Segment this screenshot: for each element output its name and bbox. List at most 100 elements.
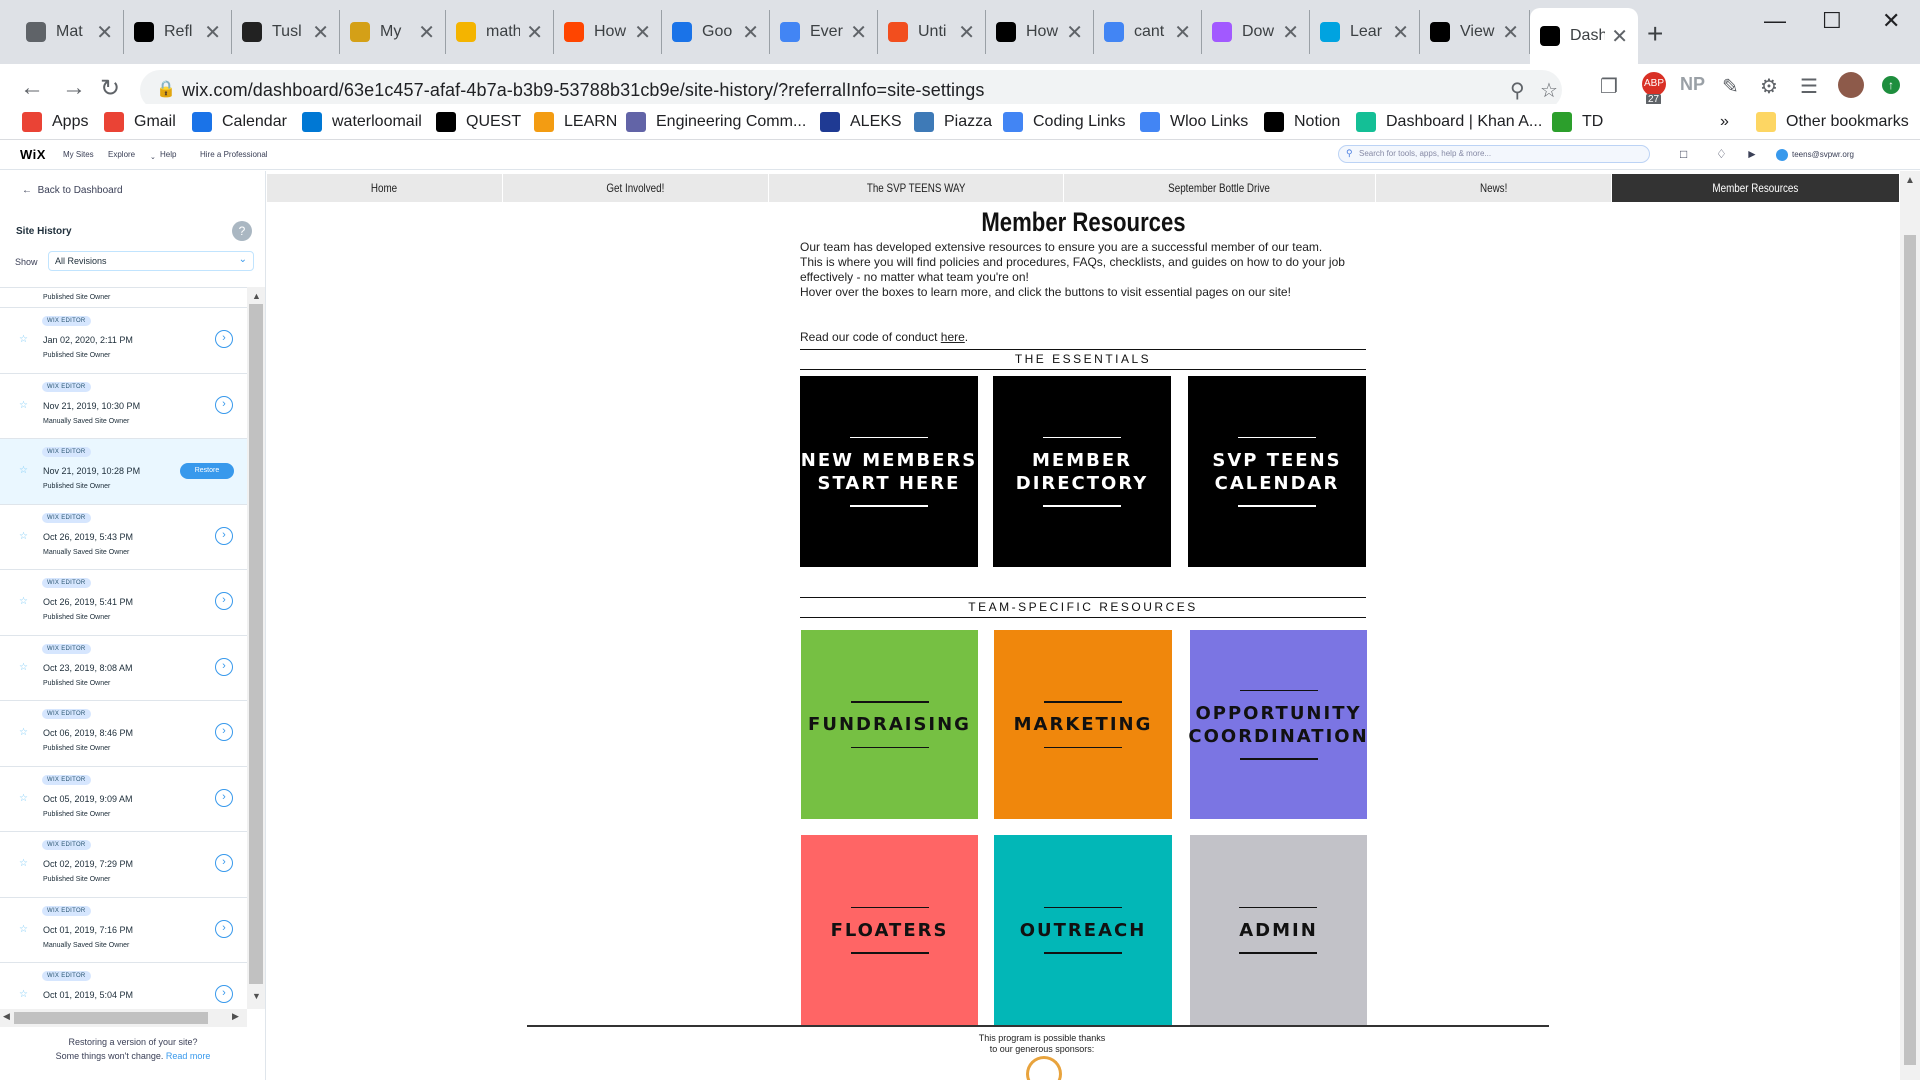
revision-item[interactable]: WIX EDITOR ☆ Jan 02, 2020, 2:11 PM Publishe… [0,308,247,374]
maximize-icon[interactable]: ☐ [1822,8,1842,34]
browser-tab[interactable]: Dow ✕ [1202,10,1310,54]
sponsor-logo[interactable] [1026,1056,1062,1080]
minimize-icon[interactable]: — [1764,8,1786,34]
team-box-marketing[interactable]: MARKETING [994,630,1172,819]
notifications-icon[interactable]: ♢ [1716,147,1727,161]
update-icon[interactable]: ↑ [1882,76,1900,94]
chevron-right-icon[interactable]: › [215,788,233,807]
adblock-extension-icon[interactable]: ABP [1642,72,1666,96]
browser-tab[interactable]: My ✕ [340,10,446,54]
site-nav-get-involved[interactable]: Get Involved! [503,174,769,202]
revision-item-partial[interactable]: Published Site Owner [0,288,247,308]
bookmark-quest[interactable]: QUEST [436,104,521,140]
tab-active[interactable]: Dash ✕ [1530,8,1638,64]
revision-item[interactable]: WIX EDITOR ☆ Nov 21, 2019, 10:28 PM Publish… [0,439,247,505]
close-tab-icon[interactable]: ✕ [1392,20,1409,45]
restore-button[interactable]: Restore [180,463,234,479]
reload-icon[interactable]: ↻ [100,74,120,103]
read-more-link[interactable]: Read more [166,1051,211,1061]
code-of-conduct-link[interactable]: here [941,330,965,344]
star-icon[interactable]: ☆ [19,662,28,673]
revision-item[interactable]: WIX EDITOR ☆ Oct 01, 2019, 7:16 PM Manually… [0,897,247,963]
np-extension-icon[interactable]: NP [1680,74,1705,95]
site-nav-news[interactable]: News! [1376,174,1612,202]
bookmark-engineering-comm[interactable]: Engineering Comm... [626,104,806,140]
bookmark-wloo-links[interactable]: Wloo Links [1140,104,1248,140]
site-nav-home[interactable]: Home [267,174,503,202]
team-box-floaters[interactable]: FLOATERS [801,835,978,1025]
star-icon[interactable]: ☆ [19,465,28,476]
wix-search-input[interactable]: ⚲ Search for tools, apps, help & more... [1338,145,1650,163]
bookmark-dashboard-khan-a[interactable]: Dashboard | Khan A... [1356,104,1542,140]
essentials-box[interactable]: SVP TEENS CALENDAR [1188,376,1366,567]
close-tab-icon[interactable]: ✕ [1066,20,1083,45]
bookmark-learn[interactable]: LEARN [534,104,617,140]
scrollbar-thumb[interactable] [249,304,263,984]
bookmark-notion[interactable]: Notion [1264,104,1340,140]
close-tab-icon[interactable]: ✕ [958,20,975,45]
close-tab-icon[interactable]: ✕ [850,20,867,45]
account-email[interactable]: teens@svpwr.org [1792,150,1854,159]
extensions-puzzle-icon[interactable]: ⚙ [1760,74,1778,99]
close-tab-icon[interactable]: ✕ [418,20,435,45]
bookmark-waterloomail[interactable]: waterloomail [302,104,422,140]
revision-item[interactable]: WIX EDITOR ☆ Oct 23, 2019, 8:08 AM Publishe… [0,635,247,701]
revision-item[interactable]: WIX EDITOR ☆ Oct 06, 2019, 8:46 PM Publishe… [0,701,247,767]
browser-tab[interactable]: Mat ✕ [16,10,124,54]
url-text[interactable]: wix.com/dashboard/63e1c457-afaf-4b7a-b3b… [182,80,984,101]
star-icon[interactable]: ☆ [19,596,28,607]
essentials-box[interactable]: MEMBER DIRECTORY [993,376,1171,567]
bookmark-coding-links[interactable]: Coding Links [1003,104,1126,140]
close-tab-icon[interactable]: ✕ [204,20,221,45]
chevron-right-icon[interactable]: › [215,854,233,872]
scroll-down-icon[interactable]: ▼ [252,991,261,1001]
help-icon[interactable]: ? [232,221,252,241]
site-nav-member-resources[interactable]: Member Resources [1612,174,1900,202]
close-tab-icon[interactable]: ✕ [312,20,329,45]
menu-my-sites[interactable]: My Sites [63,150,94,159]
close-tab-icon[interactable]: ✕ [634,20,651,45]
browser-tab[interactable]: Lear ✕ [1310,10,1420,54]
bookmark-aleks[interactable]: ALEKS [820,104,902,140]
horizontal-scrollbar[interactable]: ◀ ▶ [0,1009,247,1027]
browser-tab[interactable]: Refl ✕ [124,10,232,54]
bookmark-apps[interactable]: Apps [22,104,88,140]
revision-item[interactable]: WIX EDITOR ☆ Nov 21, 2019, 10:30 PM Manuall… [0,373,247,439]
team-box-admin[interactable]: ADMIN [1190,835,1367,1025]
forward-icon[interactable]: → [62,74,86,102]
revision-item[interactable]: WIX EDITOR ☆ Oct 01, 2019, 5:04 PM › [0,963,247,1009]
scroll-right-icon[interactable]: ▶ [232,1011,239,1022]
team-box-fundraising[interactable]: FUNDRAISING [801,630,978,819]
scroll-up-icon[interactable]: ▲ [252,291,261,301]
browser-tab[interactable]: How ✕ [986,10,1094,54]
revision-filter-select[interactable]: All Revisions ⌄ [48,251,254,271]
account-avatar[interactable] [1776,149,1788,161]
revision-item[interactable]: WIX EDITOR ☆ Oct 26, 2019, 5:43 PM Manually… [0,504,247,570]
browser-tab[interactable]: Ever ✕ [770,10,878,54]
chevron-right-icon[interactable]: › [215,395,233,414]
site-nav-the-svp-teens-way[interactable]: The SVP TEENS WAY [769,174,1064,202]
star-icon[interactable]: ☆ [19,858,28,869]
page-scrollbar[interactable]: ▲ [1900,171,1920,1080]
site-nav-september-bottle-drive[interactable]: September Bottle Drive [1064,174,1376,202]
horizontal-scrollbar-thumb[interactable] [14,1012,208,1024]
scroll-left-icon[interactable]: ◀ [3,1011,10,1022]
browser-tab[interactable]: math ✕ [446,10,554,54]
announcements-icon[interactable]: ► [1746,147,1758,161]
menu-help[interactable]: Help [160,150,176,159]
browser-tab[interactable]: View ✕ [1420,10,1530,54]
star-icon[interactable]: ☆ [19,793,28,804]
chevron-right-icon[interactable]: › [215,330,233,348]
close-tab-icon[interactable]: ✕ [1502,20,1519,45]
browser-tab[interactable]: cant ✕ [1094,10,1202,54]
star-icon[interactable]: ☆ [19,727,28,738]
revision-list[interactable]: Published Site Owner WIX EDITOR ☆ Jan 02, … [0,287,247,1009]
close-tab-icon[interactable]: ✕ [96,20,113,45]
bookmark-star-icon[interactable]: ☆ [1540,78,1558,103]
menu-explore[interactable]: Explore [108,150,135,159]
chevron-right-icon[interactable]: › [215,919,233,938]
back-icon[interactable]: ← [20,74,44,102]
back-to-dashboard-link[interactable]: ← Back to Dashboard [22,185,123,196]
revision-item[interactable]: WIX EDITOR ☆ Oct 05, 2019, 9:09 AM Publishe… [0,766,247,832]
browser-tab[interactable]: Goo ✕ [662,10,770,54]
